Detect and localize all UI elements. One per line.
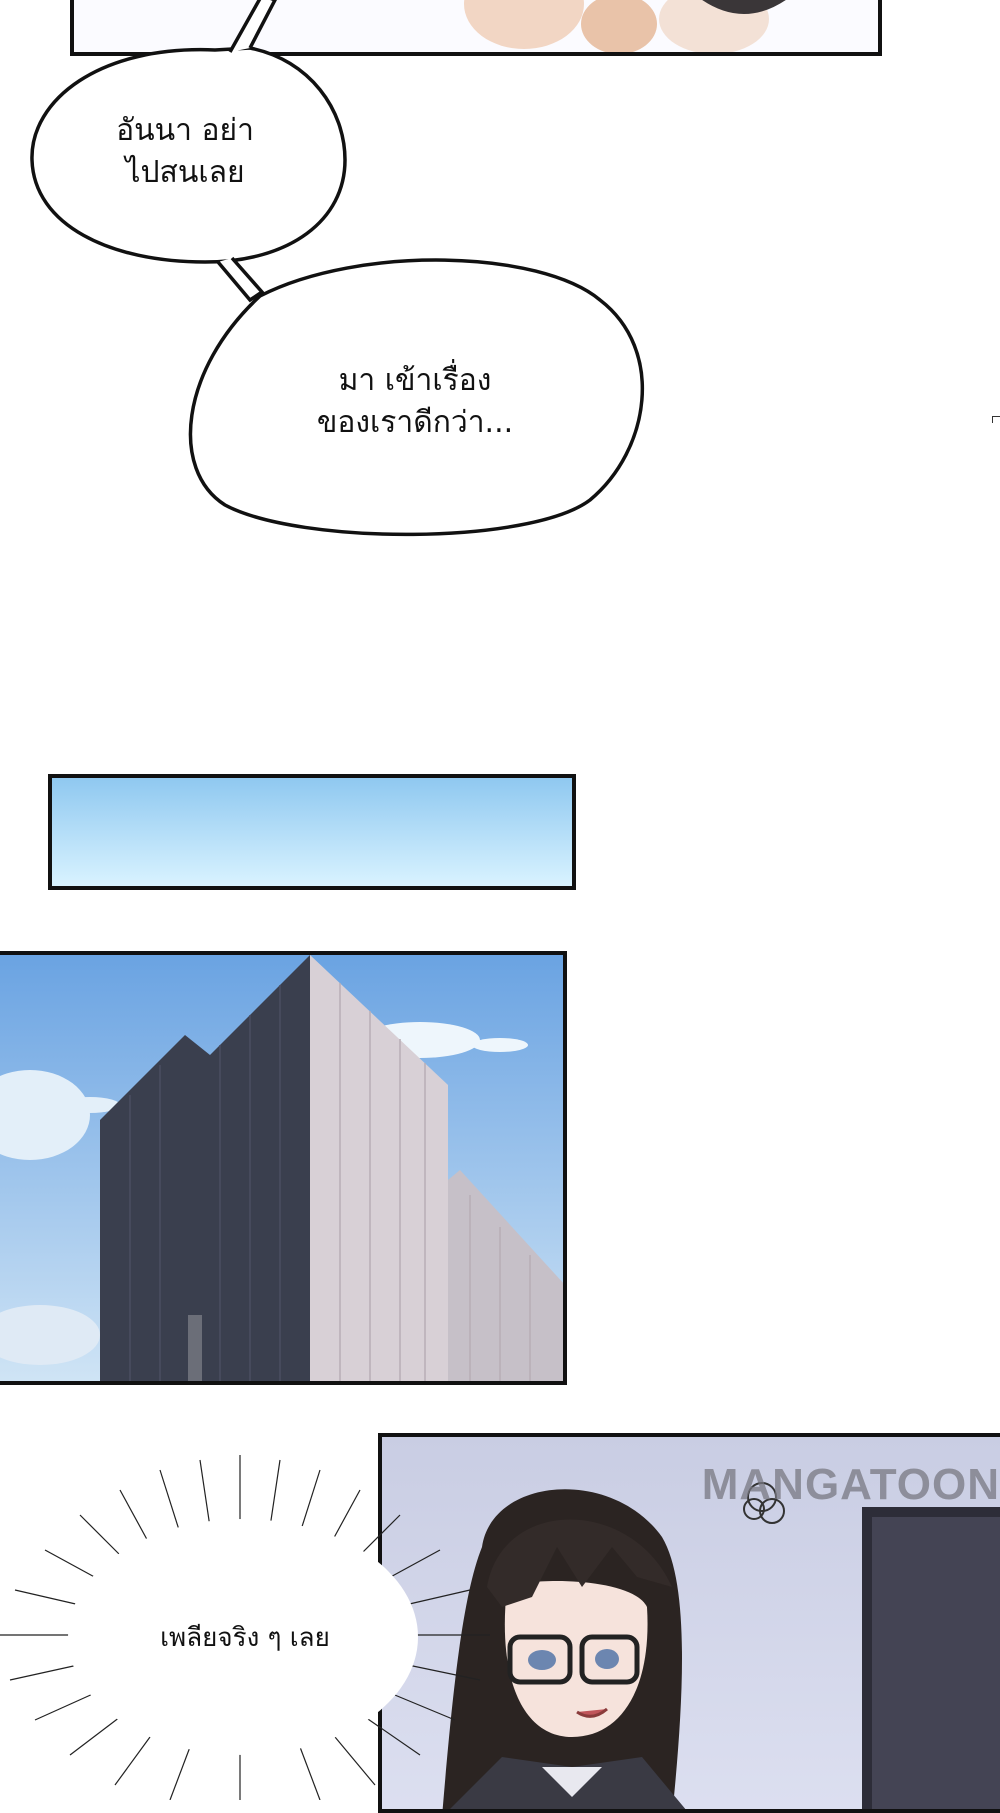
bubble-1-text: อันนา อย่า ไปสนเลย (116, 113, 254, 190)
edge-mark (992, 416, 1000, 423)
bubble-2-tail (216, 256, 265, 303)
sky-panel (48, 774, 576, 890)
speech-bubbles (30, 0, 645, 537)
bubble-3-text: เพลียจริง ๆ เลย (160, 1623, 330, 1653)
building-panel (0, 951, 567, 1385)
bubble-1-tail (228, 0, 277, 53)
building-art (0, 955, 563, 1381)
bubble-2-text: มา เข้าเรื่อง ของเราดีกว่า... (316, 363, 514, 440)
mangatoon-watermark: MANGATOON (701, 1460, 1000, 1509)
